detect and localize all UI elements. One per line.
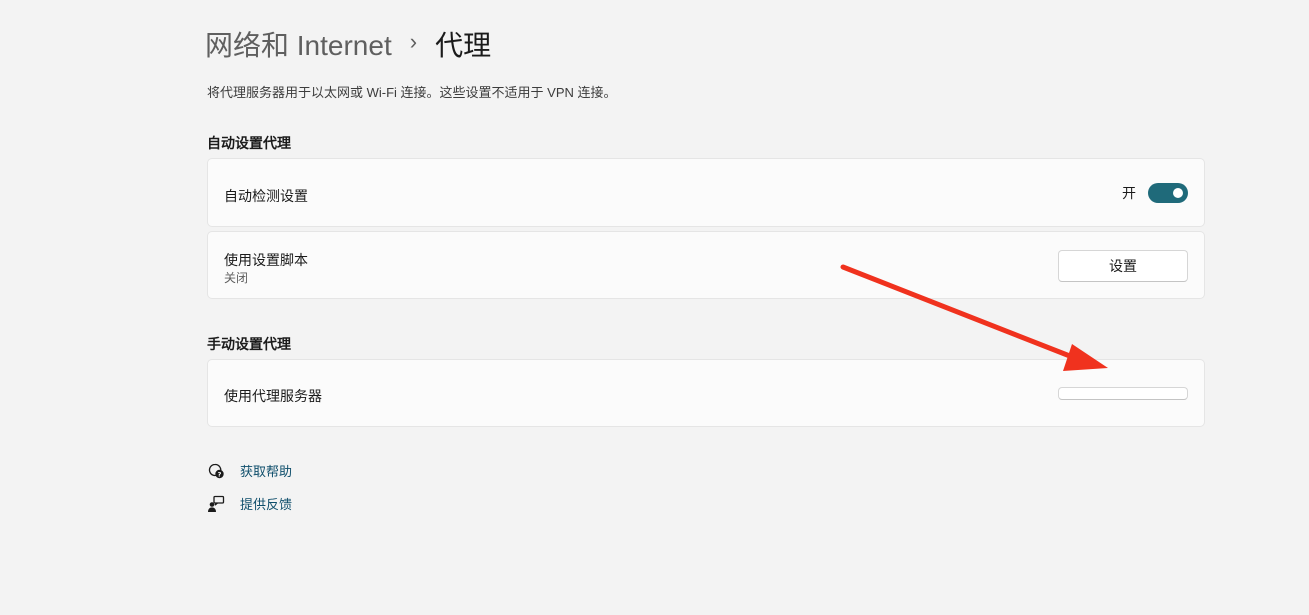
- red-annotation-arrow: [840, 264, 1108, 371]
- section-title-auto-proxy: 自动设置代理: [207, 135, 291, 151]
- give-feedback-label: 提供反馈: [240, 497, 293, 512]
- help-chat-icon: ?: [208, 463, 224, 478]
- use-proxy-server-setup-button[interactable]: [1058, 387, 1188, 400]
- breadcrumb: 网络和 Internet › 代理: [205, 24, 491, 64]
- breadcrumb-chevron-icon: ›: [409, 29, 418, 54]
- get-help-link[interactable]: ? 获取帮助: [207, 461, 292, 480]
- page-title: 代理: [435, 30, 492, 61]
- page-description: 将代理服务器用于以太网或 Wi-Fi 连接。这些设置不适用于 VPN 连接。: [207, 85, 617, 100]
- get-help-label: 获取帮助: [240, 464, 293, 479]
- toggle-knob: [1173, 188, 1183, 198]
- svg-text:?: ?: [218, 470, 222, 478]
- give-feedback-link[interactable]: 提供反馈: [207, 494, 292, 513]
- setup-script-settings-button[interactable]: 设置: [1058, 250, 1188, 282]
- auto-detect-toggle[interactable]: [1148, 183, 1188, 203]
- setup-script-label: 使用设置脚本: [224, 252, 308, 268]
- setup-script-status: 关闭: [224, 271, 249, 285]
- breadcrumb-parent-network[interactable]: 网络和 Internet: [205, 24, 392, 64]
- feedback-person-icon: [208, 495, 225, 512]
- auto-detect-settings-card: 自动检测设置 开: [207, 158, 1205, 227]
- auto-detect-toggle-group: 开: [1122, 183, 1188, 203]
- use-proxy-server-label: 使用代理服务器: [224, 388, 322, 404]
- toggle-state-text: 开: [1122, 185, 1136, 201]
- setup-script-card: 使用设置脚本 关闭 设置: [207, 231, 1205, 299]
- section-title-manual-proxy: 手动设置代理: [207, 336, 291, 352]
- auto-detect-settings-label: 自动检测设置: [224, 188, 308, 204]
- use-proxy-server-card: 使用代理服务器: [207, 359, 1205, 427]
